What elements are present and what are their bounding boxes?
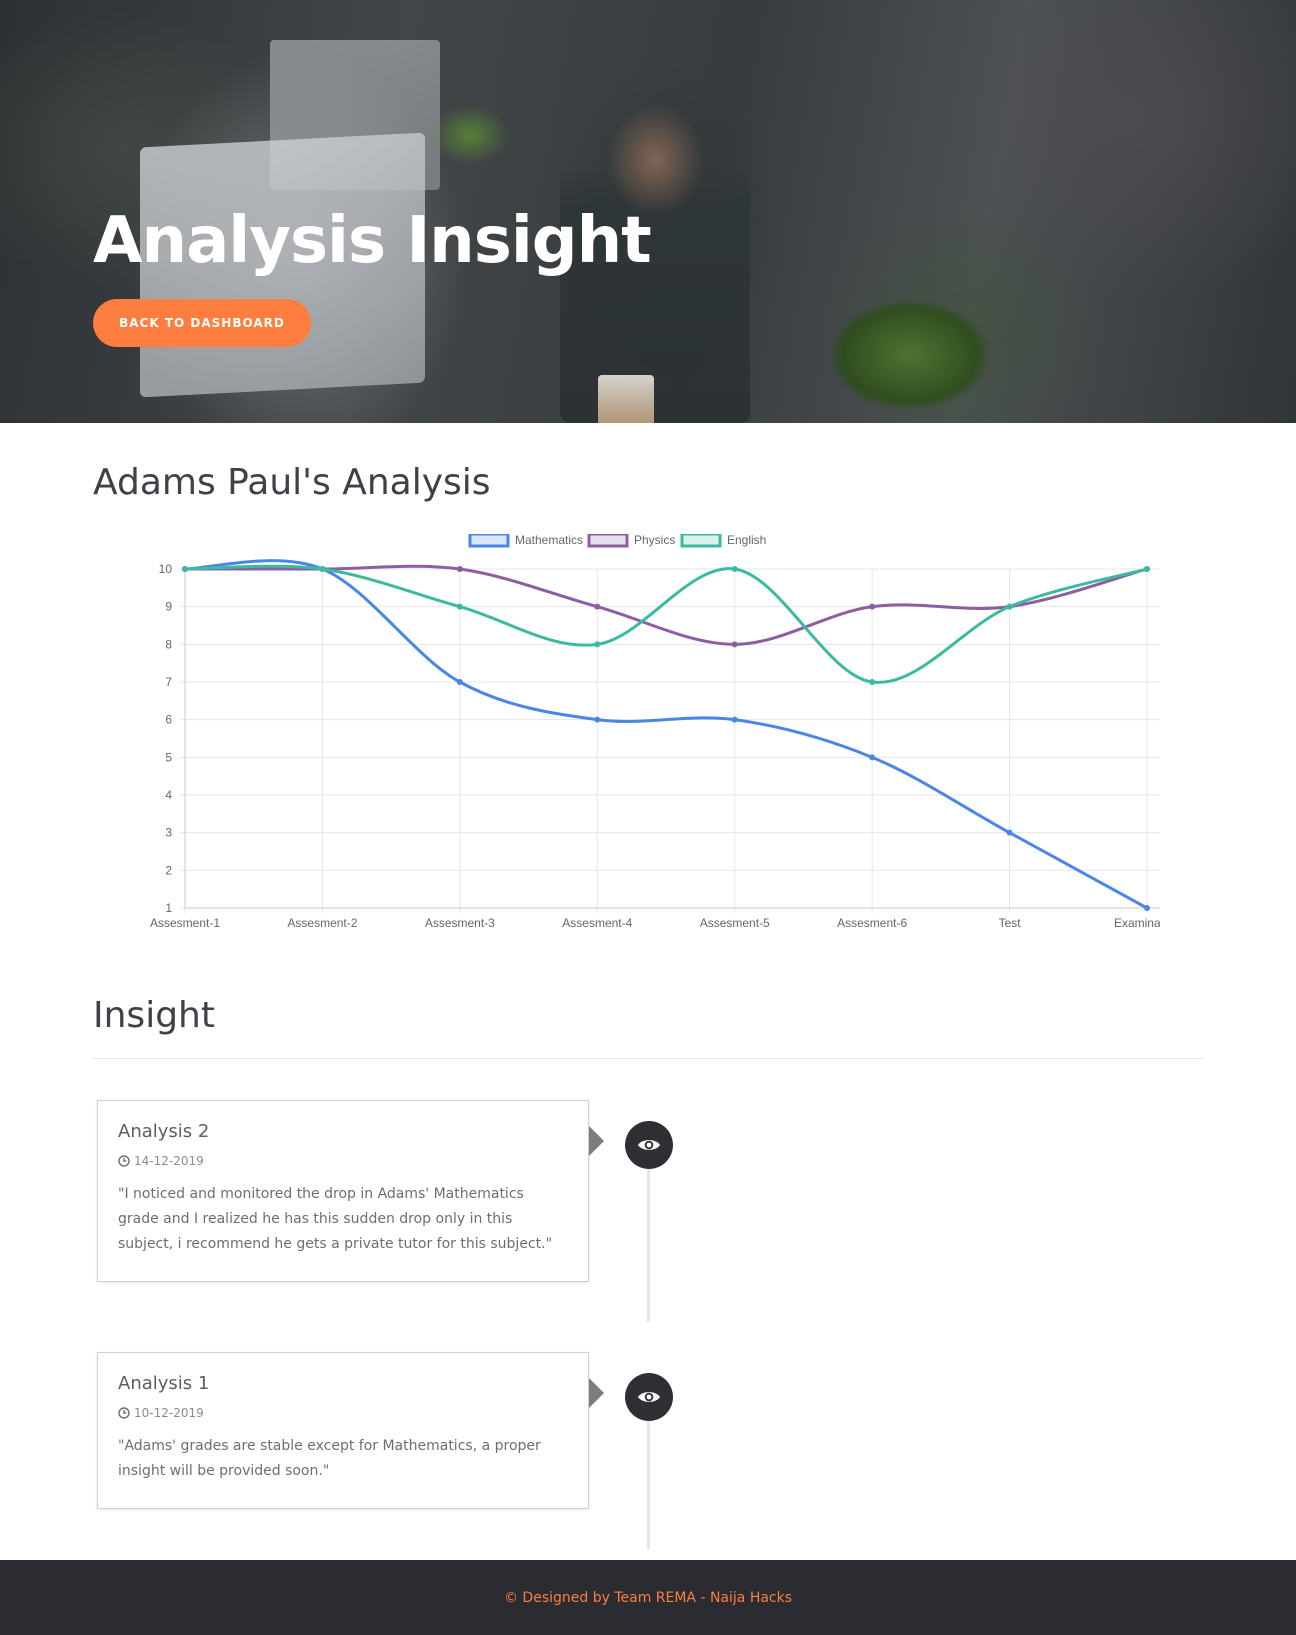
y-tick-label: 7 bbox=[165, 675, 172, 689]
data-point bbox=[182, 566, 188, 572]
card-pointer bbox=[589, 1378, 604, 1408]
analysis-heading: Adams Paul's Analysis bbox=[93, 462, 491, 503]
data-point bbox=[319, 566, 326, 572]
eye-icon bbox=[638, 1140, 660, 1150]
x-tick-label: Assesment-1 bbox=[150, 916, 220, 930]
y-tick-label: 8 bbox=[165, 637, 172, 651]
data-point bbox=[869, 603, 876, 610]
hero-photo-plant bbox=[830, 300, 990, 410]
series-line-english bbox=[184, 564, 1148, 684]
x-tick-label: Assesment-6 bbox=[837, 916, 907, 930]
data-point bbox=[869, 754, 876, 761]
page-title: Analysis Insight bbox=[93, 204, 652, 278]
timeline-card: Analysis 2 14-12-2019 "I noticed and mon… bbox=[97, 1100, 589, 1282]
footer: © Designed by Team REMA - Naija Hacks bbox=[0, 1560, 1296, 1635]
y-tick-label: 3 bbox=[165, 826, 172, 840]
section-divider bbox=[93, 1058, 1203, 1059]
card-date-text: 10-12-2019 bbox=[134, 1406, 204, 1420]
card-text: "Adams' grades are stable except for Mat… bbox=[118, 1438, 541, 1479]
legend-swatch bbox=[587, 534, 629, 548]
data-point bbox=[594, 603, 601, 610]
data-point bbox=[456, 566, 463, 572]
data-point bbox=[456, 603, 463, 610]
view-analysis-1-button[interactable] bbox=[625, 1373, 673, 1421]
y-tick-label: 2 bbox=[165, 863, 172, 877]
series-line-mathematics bbox=[184, 559, 1148, 910]
clock-icon bbox=[118, 1155, 130, 1167]
x-tick-label: Examination bbox=[1114, 916, 1160, 930]
data-point bbox=[1006, 603, 1013, 610]
y-tick-label: 6 bbox=[165, 713, 172, 727]
view-analysis-2-button[interactable] bbox=[625, 1121, 673, 1169]
x-tick-label: Assesment-2 bbox=[287, 916, 357, 930]
card-date-text: 14-12-2019 bbox=[134, 1154, 204, 1168]
legend-label: Physics bbox=[634, 534, 675, 547]
data-point bbox=[456, 679, 463, 685]
x-tick-label: Assesment-5 bbox=[700, 916, 770, 930]
card-title: Analysis 2 bbox=[118, 1121, 210, 1142]
series-line-physics bbox=[185, 564, 1148, 646]
legend-label: English bbox=[727, 534, 766, 547]
card-title: Analysis 1 bbox=[118, 1373, 210, 1394]
data-point bbox=[594, 641, 601, 648]
legend-swatch bbox=[468, 534, 510, 548]
data-point bbox=[731, 566, 738, 572]
y-tick-label: 1 bbox=[165, 901, 172, 915]
chart-svg: 10 9 8 7 6 5 4 3 2 1Assesment-1 Assesment-2 Assesme… bbox=[150, 534, 1160, 930]
data-point bbox=[1006, 829, 1013, 836]
y-tick-label: 4 bbox=[165, 788, 172, 802]
grades-line-chart: 10 9 8 7 6 5 4 3 2 1 Assesment-1 Assesment-2 Assesme… bbox=[130, 534, 1160, 934]
card-date: 10-12-2019 bbox=[118, 1406, 568, 1420]
x-tick-label: Test bbox=[999, 916, 1022, 930]
data-point bbox=[731, 641, 738, 648]
data-point bbox=[1144, 566, 1150, 572]
card-date: 14-12-2019 bbox=[118, 1154, 568, 1168]
card-pointer bbox=[589, 1126, 604, 1156]
data-point bbox=[869, 679, 876, 685]
data-point bbox=[731, 716, 738, 723]
y-tick-label: 9 bbox=[165, 600, 172, 614]
legend-swatch bbox=[680, 534, 722, 548]
back-to-dashboard-button[interactable]: BACK TO DASHBOARD bbox=[93, 299, 311, 347]
data-point bbox=[594, 716, 601, 723]
data-point bbox=[1144, 905, 1150, 911]
clock-icon bbox=[118, 1407, 130, 1419]
legend-label: Mathematics bbox=[515, 534, 583, 547]
timeline-card: Analysis 1 10-12-2019 "Adams' grades are… bbox=[97, 1352, 589, 1509]
x-tick-label: Assesment-3 bbox=[425, 916, 495, 930]
y-tick-label: 10 bbox=[159, 562, 173, 576]
card-text: "I noticed and monitored the drop in Ada… bbox=[118, 1186, 553, 1252]
eye-icon bbox=[638, 1392, 660, 1402]
y-tick-label: 5 bbox=[165, 750, 172, 764]
insight-heading: Insight bbox=[93, 995, 215, 1036]
hero-photo-plant-small bbox=[430, 105, 510, 165]
footer-credit: © Designed by Team REMA - Naija Hacks bbox=[503, 1589, 793, 1606]
hero-photo-cup bbox=[598, 375, 654, 423]
x-tick-label: Assesment-4 bbox=[562, 916, 632, 930]
